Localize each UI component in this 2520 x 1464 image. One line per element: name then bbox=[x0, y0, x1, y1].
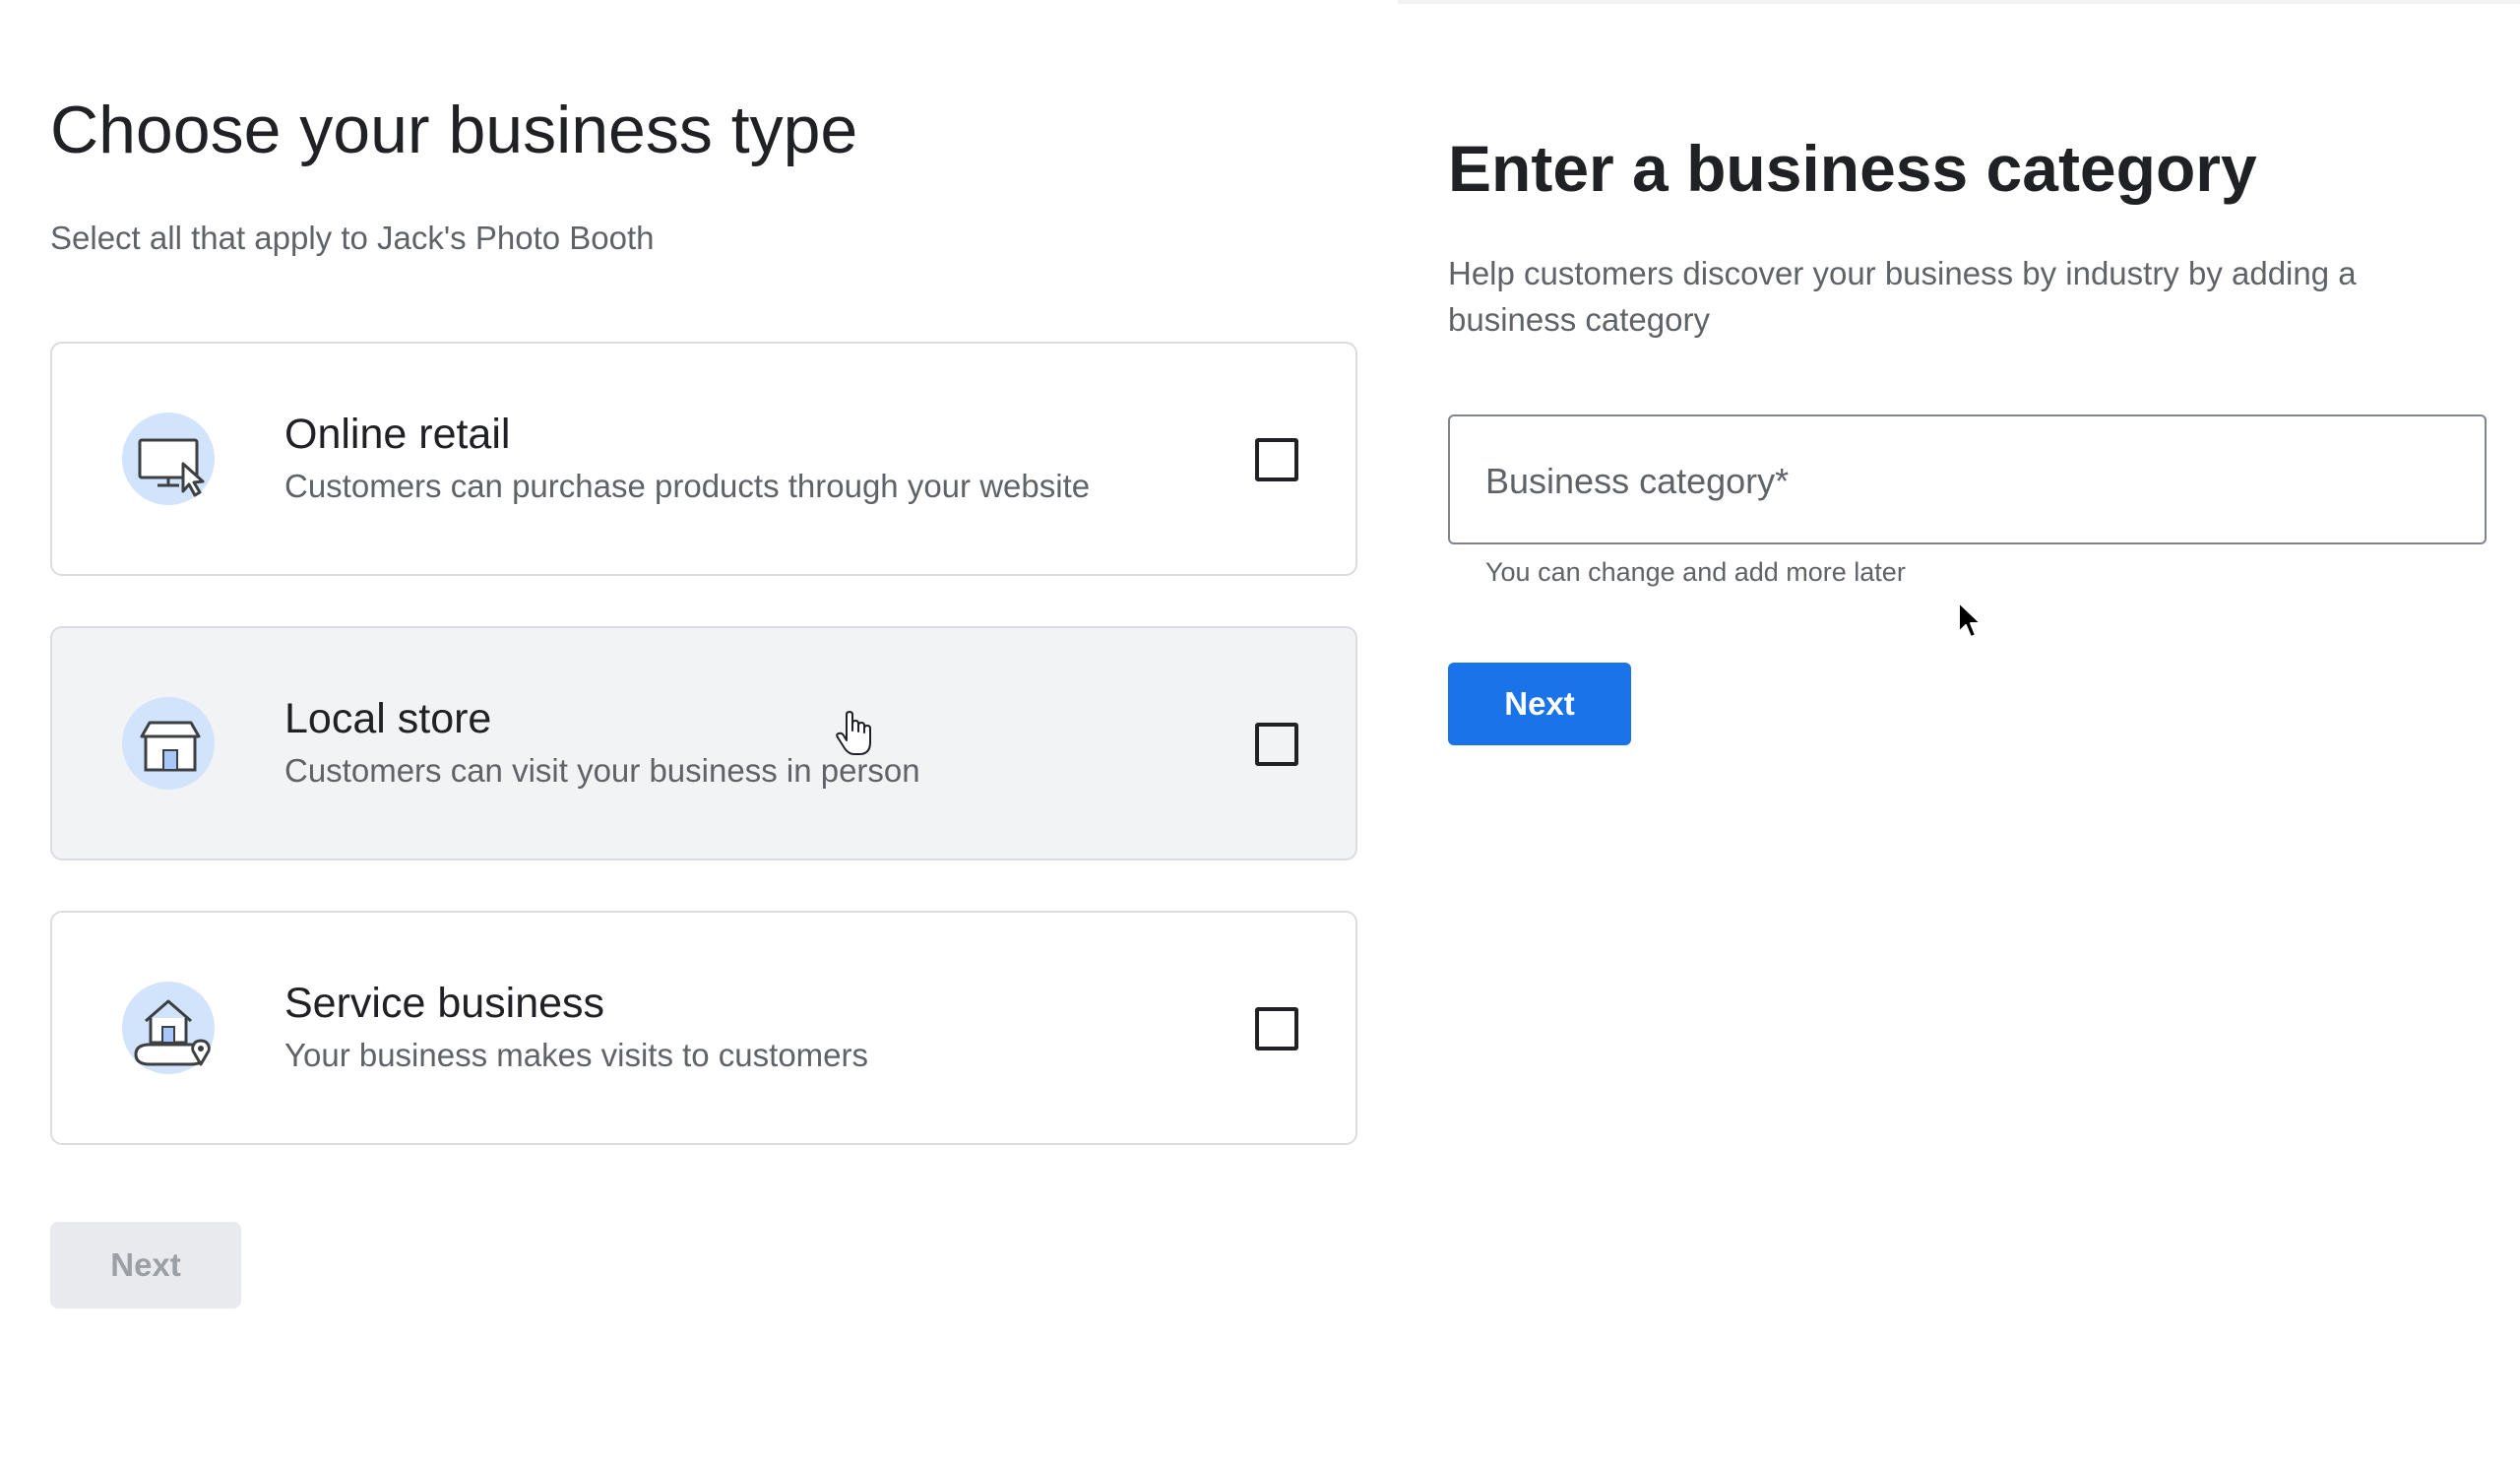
business-type-subtitle: Select all that apply to Jack's Photo Bo… bbox=[50, 220, 655, 256]
option-description-online-retail: Customers can purchase products through … bbox=[284, 468, 1091, 504]
service-business-checkbox[interactable] bbox=[1255, 1007, 1298, 1050]
local-store-checkbox[interactable] bbox=[1255, 723, 1298, 766]
option-card-online-retail[interactable]: Online retail Customers can purchase pro… bbox=[50, 342, 1357, 576]
business-type-next-button[interactable]: Next bbox=[50, 1222, 241, 1308]
option-title-online-retail: Online retail bbox=[284, 411, 511, 458]
business-category-placeholder: Business category* bbox=[1485, 461, 1790, 501]
business-type-title: Choose your business type bbox=[50, 93, 858, 167]
option-card-service-business[interactable]: Service business Your business makes vis… bbox=[50, 911, 1357, 1145]
business-category-next-button[interactable]: Next bbox=[1448, 663, 1631, 745]
option-description-service-business: Your business makes visits to customers bbox=[284, 1037, 869, 1073]
monitor-cursor-icon bbox=[122, 413, 219, 509]
house-location-icon bbox=[122, 982, 219, 1078]
business-category-description: Help customers discover your business by… bbox=[1448, 255, 2357, 338]
option-title-service-business: Service business bbox=[284, 980, 605, 1027]
option-card-local-store[interactable]: Local store Customers can visit your bus… bbox=[50, 626, 1357, 860]
option-description-local-store: Customers can visit your business in per… bbox=[284, 752, 920, 789]
top-divider bbox=[1398, 0, 2520, 4]
online-retail-checkbox[interactable] bbox=[1255, 438, 1298, 481]
storefront-icon bbox=[122, 697, 219, 794]
business-category-title: Enter a business category bbox=[1448, 132, 2257, 205]
business-category-input[interactable]: Business category* bbox=[1448, 414, 2487, 544]
mouse-pointer-icon bbox=[1958, 602, 1982, 638]
business-category-helper-text: You can change and add more later bbox=[1485, 557, 1906, 587]
option-title-local-store: Local store bbox=[284, 695, 492, 742]
